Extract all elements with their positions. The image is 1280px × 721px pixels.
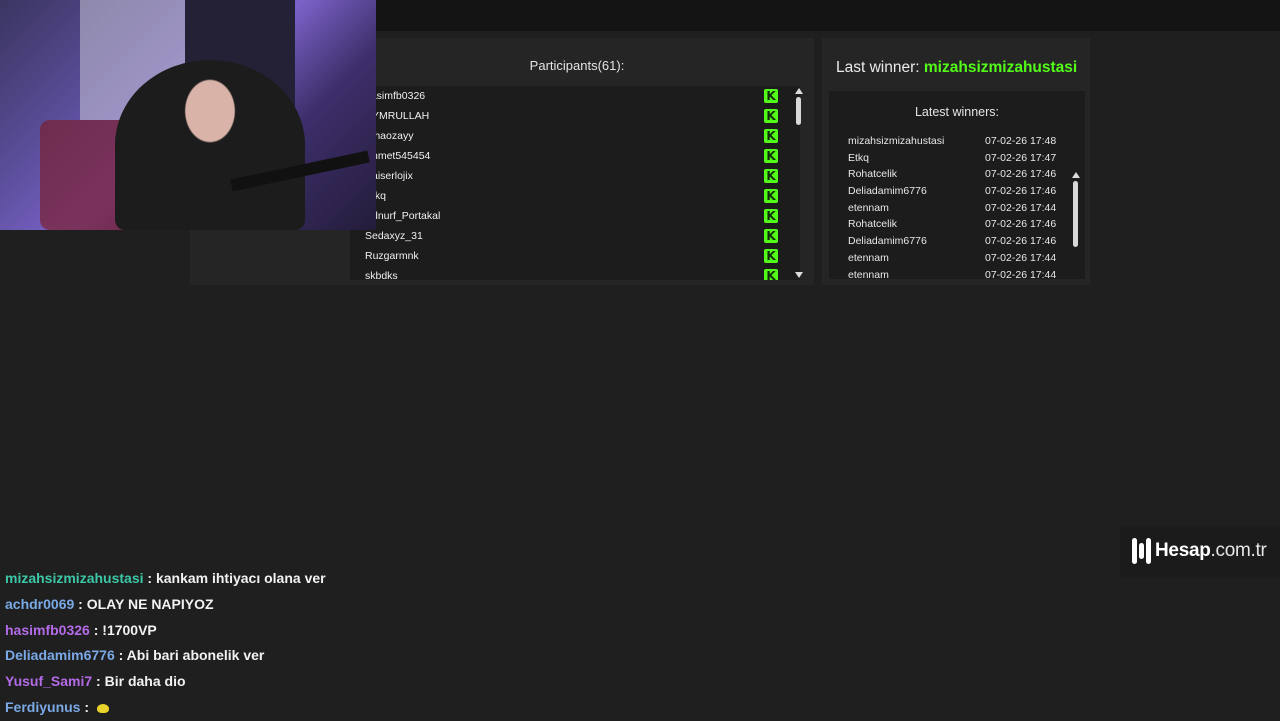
scroll-up-arrow-icon[interactable]: [795, 88, 803, 94]
winner-row: etennam 07-02-26 17:44: [848, 250, 1068, 267]
winner-name: Deliadamim6776: [848, 185, 927, 198]
chat-separator: :: [89, 621, 103, 638]
hesap-logo: Hesap.com.tr: [1120, 526, 1280, 578]
scrollbar-thumb[interactable]: [1073, 181, 1078, 247]
latest-winners-box: Latest winners: mizahsizmizahustasi 07-02…: [829, 91, 1085, 279]
scrollbar-thumb[interactable]: [796, 97, 801, 125]
logo-brand: Hesap: [1155, 540, 1211, 561]
participant-name: skbdks: [365, 270, 398, 280]
chat-message: hasimfb0326 : !1700VP: [5, 618, 605, 644]
latest-winners-list[interactable]: mizahsizmizahustasi 07-02-26 17:48 Etkq 07-…: [848, 133, 1068, 279]
participants-list[interactable]: hasimfb0326 K EYMRULLAH K Elhaozayy K Ahmet545…: [350, 86, 800, 280]
chat-overlay: mizahsizmizahustasi : kankam ihtiyacı ol…: [5, 566, 605, 721]
chat-username: hasimfb0326: [5, 621, 90, 638]
chat-separator: :: [74, 595, 87, 612]
scroll-up-arrow-icon[interactable]: [1072, 172, 1080, 178]
participant-name: Ruzgarmnk: [365, 250, 419, 262]
kick-logo-icon: K: [764, 129, 778, 143]
hesap-mark-icon: [1132, 538, 1152, 564]
winner-time: 07-02-26 17:46: [985, 185, 1057, 198]
winner-row: etennam 07-02-26 17:44: [848, 267, 1068, 280]
chat-text: Bir daha dio: [104, 673, 186, 690]
chat-text: !1700VP: [102, 621, 157, 638]
winner-row: Rohatcelik 07-02-26 17:46: [848, 216, 1068, 233]
participant-row[interactable]: Ahmet545454 K: [350, 146, 800, 166]
logo-tld: .com.tr: [1210, 540, 1267, 561]
participant-name: Ednurf_Portakal: [365, 210, 441, 222]
winner-time: 07-02-26 17:44: [985, 268, 1057, 280]
chat-separator: :: [143, 570, 156, 586]
participant-row[interactable]: EYMRULLAH K: [350, 106, 800, 126]
chat-message: achdr0069 : OLAY NE NAPIYOZ: [5, 592, 605, 618]
winner-time: 07-02-26 17:44: [985, 201, 1057, 214]
last-winner-name: mizahsizmizahustasi: [923, 59, 1078, 76]
webcam-overlay: [0, 0, 376, 230]
kick-logo-icon: K: [764, 189, 778, 203]
streamer-video: [115, 60, 305, 230]
participant-name: Sedaxyz_31: [365, 230, 423, 242]
winner-time: 07-02-26 17:46: [985, 218, 1057, 231]
participant-row[interactable]: Sedaxyz_31 K: [350, 226, 800, 246]
chat-text: kankam ihtiyacı olana ver: [155, 570, 326, 586]
winner-time: 07-02-26 17:46: [985, 168, 1057, 181]
chat-separator: :: [114, 647, 127, 664]
chat-text: Abi bari abonelik ver: [126, 647, 265, 664]
winner-row: mizahsizmizahustasi 07-02-26 17:48: [848, 133, 1068, 150]
participant-row[interactable]: hasimfb0326 K: [350, 86, 800, 106]
winner-row: etennam 07-02-26 17:44: [848, 200, 1068, 217]
winner-time: 07-02-26 17:48: [985, 135, 1057, 147]
winner-time: 07-02-26 17:46: [985, 235, 1057, 248]
participant-row[interactable]: Elhaozayy K: [350, 126, 800, 146]
kick-logo-icon: K: [764, 89, 778, 103]
participant-row[interactable]: EtkqK: [350, 186, 800, 206]
winner-name: etennam: [848, 201, 889, 214]
chat-message: mizahsizmizahustasi : kankam ihtiyacı ol…: [5, 566, 605, 592]
chat-message: Yusuf_Sami7 : Bir daha dio: [5, 669, 605, 695]
participant-row[interactable]: Kaiserlojix K: [350, 166, 800, 186]
chat-text: OLAY NE NAPIYOZ: [86, 595, 214, 612]
winner-name: etennam: [848, 268, 889, 280]
winner-time: 07-02-26 17:44: [985, 251, 1057, 264]
chat-username: Deliadamim6776: [5, 647, 115, 664]
kick-logo-icon: K: [764, 209, 778, 223]
participants-scrollbar[interactable]: [795, 88, 803, 278]
winner-name: Rohatcelik: [848, 218, 898, 231]
last-winner-heading: Last winner: mizahsizmizahustasi: [836, 59, 1077, 77]
yellow-emote-icon: [96, 703, 109, 713]
logo-text: Hesap.com.tr: [1155, 540, 1267, 562]
winner-name: Rohatcelik: [848, 168, 898, 181]
kick-logo-icon: K: [764, 229, 778, 243]
last-winner-label: Last winner:: [836, 59, 920, 76]
winner-name: etennam: [848, 251, 889, 264]
kick-logo-icon: K: [764, 269, 778, 280]
latest-winners-title: Latest winners:: [914, 105, 1000, 119]
participant-row[interactable]: Ruzgarmnk K: [350, 246, 800, 266]
winner-row: Deliadamim6776 07-02-26 17:46: [848, 183, 1068, 200]
scroll-down-arrow-icon[interactable]: [795, 272, 803, 278]
winner-row: Etkq 07-02-26 17:47: [848, 150, 1068, 167]
participant-row[interactable]: Ednurf_Portakal K: [350, 206, 800, 226]
kick-logo-icon: K: [764, 169, 778, 183]
winners-panel: Last winner: mizahsizmizahustasi Latest …: [822, 38, 1090, 285]
chat-username: achdr0069: [5, 595, 75, 612]
kick-logo-icon: K: [764, 149, 778, 163]
chat-message: Deliadamim6776 : Abi bari abonelik ver: [5, 643, 605, 669]
chat-separator: :: [92, 673, 105, 690]
participant-row[interactable]: skbdks K: [350, 266, 800, 280]
winner-time: 07-02-26 17:47: [985, 151, 1057, 164]
winner-row: Rohatcelik 07-02-26 17:46: [848, 166, 1068, 183]
chat-message: Ferdiyunus :: [5, 695, 605, 721]
chat-username: mizahsizmizahustasi: [5, 570, 144, 586]
winner-name: Etkq: [848, 151, 870, 164]
winner-name: Deliadamim6776: [848, 235, 927, 248]
kick-logo-icon: K: [764, 109, 778, 123]
chat-username: Yusuf_Sami7: [5, 673, 93, 690]
chat-separator: :: [80, 698, 93, 715]
kick-logo-icon: K: [764, 249, 778, 263]
chat-username: Ferdiyunus: [5, 698, 81, 715]
winner-row: Deliadamim6776 07-02-26 17:46: [848, 233, 1068, 250]
winners-scrollbar[interactable]: [1072, 172, 1080, 279]
winner-name: mizahsizmizahustasi: [848, 135, 945, 147]
